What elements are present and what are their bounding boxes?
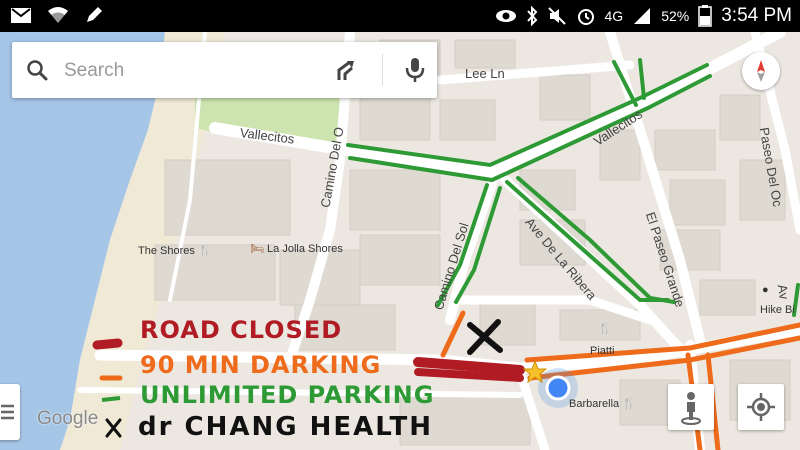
my-location-dot <box>545 375 571 401</box>
mail-icon <box>10 5 32 25</box>
place-piatti-icon-wrap: 🍴 <box>598 322 612 335</box>
side-menu-button[interactable] <box>0 384 20 440</box>
search-bar[interactable] <box>12 42 437 98</box>
street-view-button[interactable] <box>668 384 714 430</box>
mic-icon[interactable] <box>404 56 426 89</box>
my-location-button[interactable] <box>738 384 784 430</box>
legend-90-min-parking: 90 MIN DARKING <box>140 351 382 379</box>
unlimited-legend-swatch <box>101 396 121 402</box>
legend-unlimited-parking: UNLIMITED PARKING <box>140 381 435 409</box>
hotel-icon: 🛏 <box>250 243 264 255</box>
compass-icon <box>757 60 765 82</box>
search-icon[interactable] <box>26 59 48 86</box>
clock: 3:54 PM <box>721 5 792 26</box>
store-icon: ● <box>762 284 769 296</box>
place-the-shores: The Shores 🍴 <box>138 245 212 257</box>
my-location-icon <box>747 393 775 421</box>
restaurant-icon: 🍴 <box>197 245 212 257</box>
street-label-lee-ln: Lee Ln <box>465 66 505 81</box>
bluetooth-icon <box>526 6 538 26</box>
pen-icon <box>84 5 104 25</box>
eye-icon <box>495 8 517 24</box>
battery-percent: 52% <box>661 8 690 24</box>
legend-road-closed: ROAD CLOSED <box>140 316 343 344</box>
directions-icon[interactable] <box>334 58 358 87</box>
search-divider <box>382 54 383 86</box>
battery-icon <box>698 5 712 27</box>
place-barbarella: Barbarella 🍴 <box>569 398 636 410</box>
restaurant-icon: 🍴 <box>622 398 636 410</box>
alarm-icon <box>576 6 596 26</box>
wifi-icon <box>46 5 70 25</box>
place-hike-bi: Hike Bi <box>760 304 795 316</box>
legend-dr-chang: dr CHANG HEALTH <box>138 412 434 442</box>
status-bar: 4G 52% 3:54 PM <box>0 0 800 32</box>
hamburger-icon <box>1 404 14 420</box>
restaurant-icon: 🍴 <box>598 323 612 335</box>
search-input[interactable] <box>62 56 306 86</box>
mute-icon <box>547 6 567 26</box>
pegman-icon <box>681 392 701 425</box>
google-attribution: Google <box>37 408 99 429</box>
network-type: 4G <box>604 8 624 24</box>
compass-button[interactable] <box>742 52 780 90</box>
street-label-av: Av <box>774 283 792 301</box>
place-la-jolla-shores: 🛏 La Jolla Shores <box>250 243 343 255</box>
signal-icon <box>632 7 652 25</box>
place-piatti: Piatti <box>590 345 615 357</box>
